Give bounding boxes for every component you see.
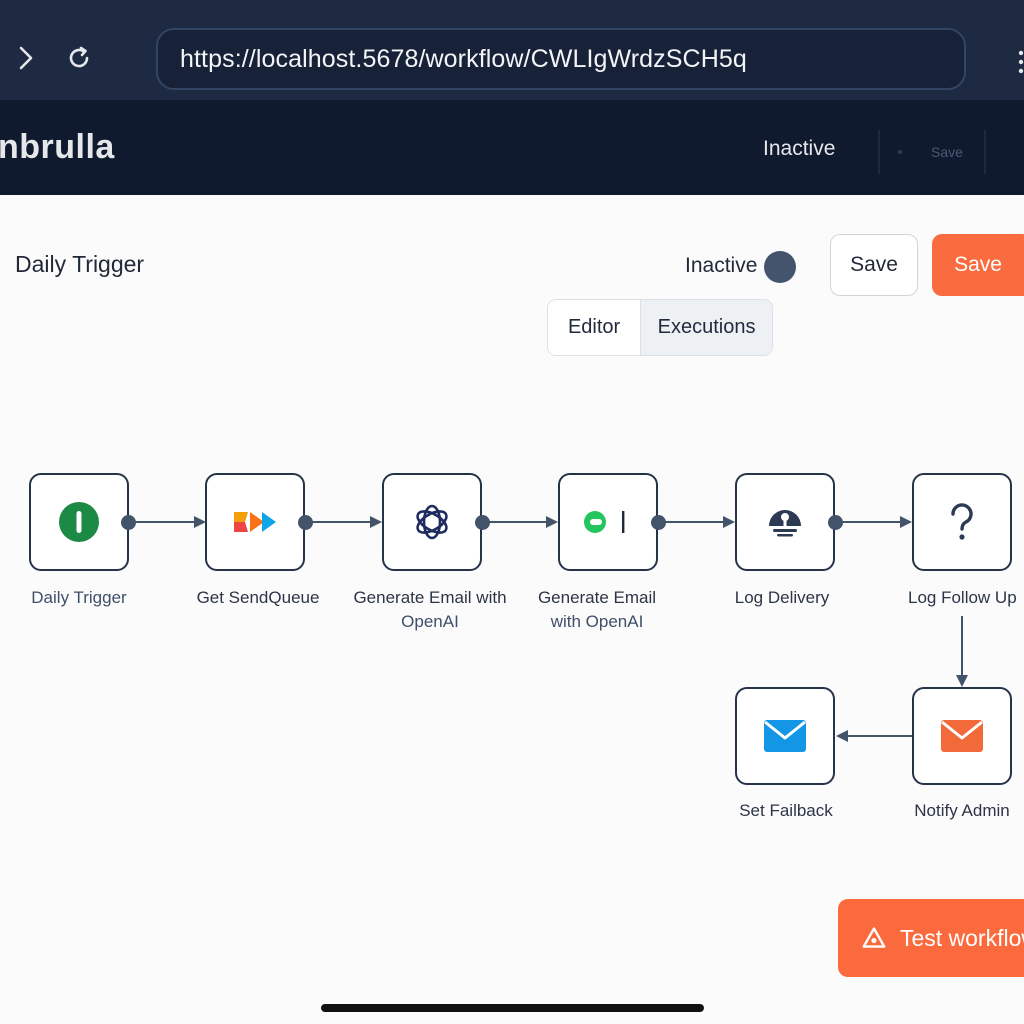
node-generate-email-openai[interactable] [382, 473, 482, 571]
output-connector[interactable] [475, 515, 490, 530]
node-label-set-failback: Set Failback [739, 801, 833, 820]
test-workflow-button[interactable]: Test workflow [838, 899, 1024, 977]
node-label-notify-admin: Notify Admin [914, 801, 1010, 820]
openai-icon [416, 504, 448, 540]
output-connector[interactable] [828, 515, 843, 530]
power-icon [59, 502, 99, 542]
mail-orange-icon [941, 720, 983, 752]
node-label-generate-email-openai-2: Generate Email with OpenAI [537, 588, 657, 631]
node-label-get-sendqueue: Get SendQueue [196, 588, 320, 607]
chat-icon [584, 511, 625, 533]
node-label-generate-email-openai: Generate Email with OpenAI [353, 588, 507, 631]
home-indicator [321, 1004, 704, 1012]
output-connector[interactable] [298, 515, 313, 530]
node-generate-email-openai-2[interactable] [558, 473, 658, 571]
node-label-daily-trigger: Daily Trigger [31, 588, 127, 607]
output-connector[interactable] [121, 515, 136, 530]
node-set-failback[interactable] [735, 687, 835, 785]
send-icon [234, 512, 276, 532]
node-notify-admin[interactable] [912, 687, 1012, 785]
flask-icon [862, 927, 886, 948]
node-get-sendqueue[interactable] [205, 473, 305, 571]
mail-blue-icon [764, 720, 806, 752]
database-icon [769, 510, 801, 537]
workflow-connections [128, 516, 968, 742]
node-log-delivery[interactable] [735, 473, 835, 571]
test-workflow-label: Test workflow [899, 924, 1024, 951]
output-connector[interactable] [651, 515, 666, 530]
node-label-log-delivery: Log Delivery [734, 588, 830, 607]
node-label-log-follow-up: Log Follow Up [908, 588, 1017, 607]
node-daily-trigger[interactable] [29, 473, 129, 571]
question-icon [951, 503, 973, 540]
node-log-follow-up[interactable] [912, 473, 1012, 571]
